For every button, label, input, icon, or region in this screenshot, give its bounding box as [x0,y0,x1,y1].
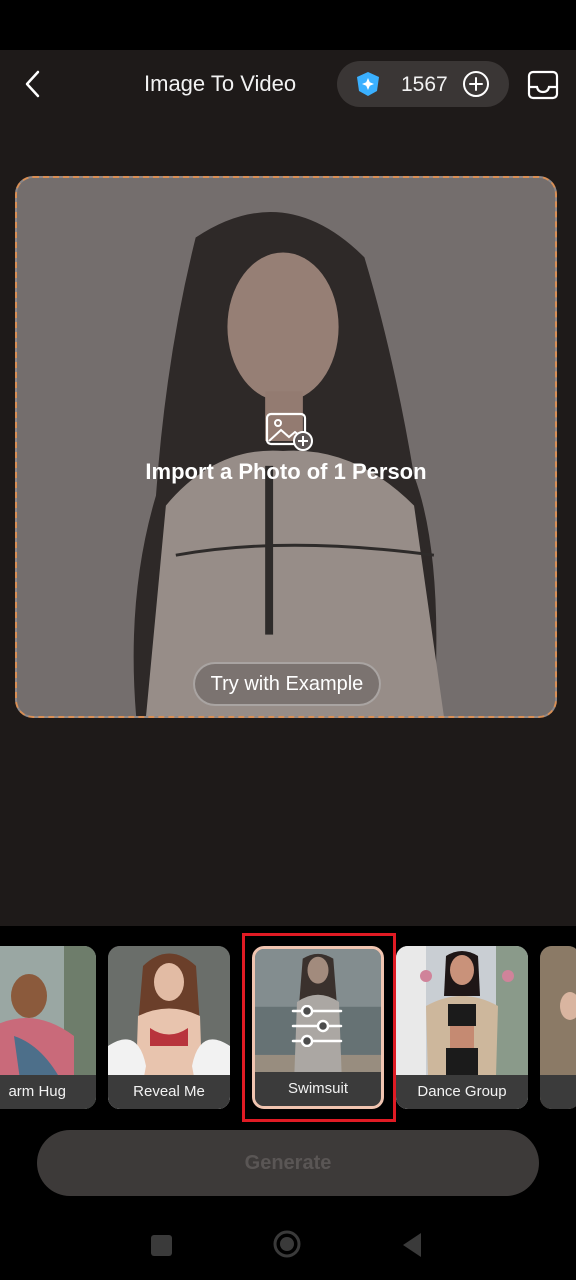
nav-back-icon[interactable] [401,1232,423,1258]
import-photo-label: Import a Photo of 1 Person [145,459,427,484]
template-card-dance-group[interactable]: Dance Group [396,946,528,1109]
page-title: Image To Video [144,71,297,96]
photo-upload-area[interactable]: Import a Photo of 1 Person Try with Exam… [15,176,557,718]
template-label: Reveal Me [108,1075,230,1109]
credits-value: 1567 [401,73,448,96]
template-card-partial[interactable] [540,946,576,1109]
template-label: Dance Group [396,1075,528,1109]
chevron-left-icon [25,70,40,98]
status-bar [0,0,576,50]
header: Image To Video 1567 [0,50,576,120]
add-image-icon [265,412,313,451]
try-with-example-button[interactable]: Try with Example [193,662,381,706]
template-card-reveal-me[interactable]: Reveal Me [108,946,230,1109]
home-button-icon[interactable] [272,1229,302,1259]
generate-button[interactable]: Generate [37,1130,539,1196]
gem-icon [357,72,379,96]
recent-apps-button[interactable] [151,1235,172,1256]
add-credits-icon[interactable] [462,70,490,98]
selection-highlight [242,933,396,1122]
bottom-panel: arm Hug Reveal Me Swimsuit Dance Group G… [0,926,576,1280]
template-label [540,1075,576,1109]
template-label: arm Hug [0,1075,96,1109]
template-card-warm-hug[interactable]: arm Hug [0,946,96,1109]
inbox-icon[interactable] [527,69,559,101]
credits-pill[interactable]: 1567 [337,61,509,107]
back-button[interactable] [18,66,48,102]
